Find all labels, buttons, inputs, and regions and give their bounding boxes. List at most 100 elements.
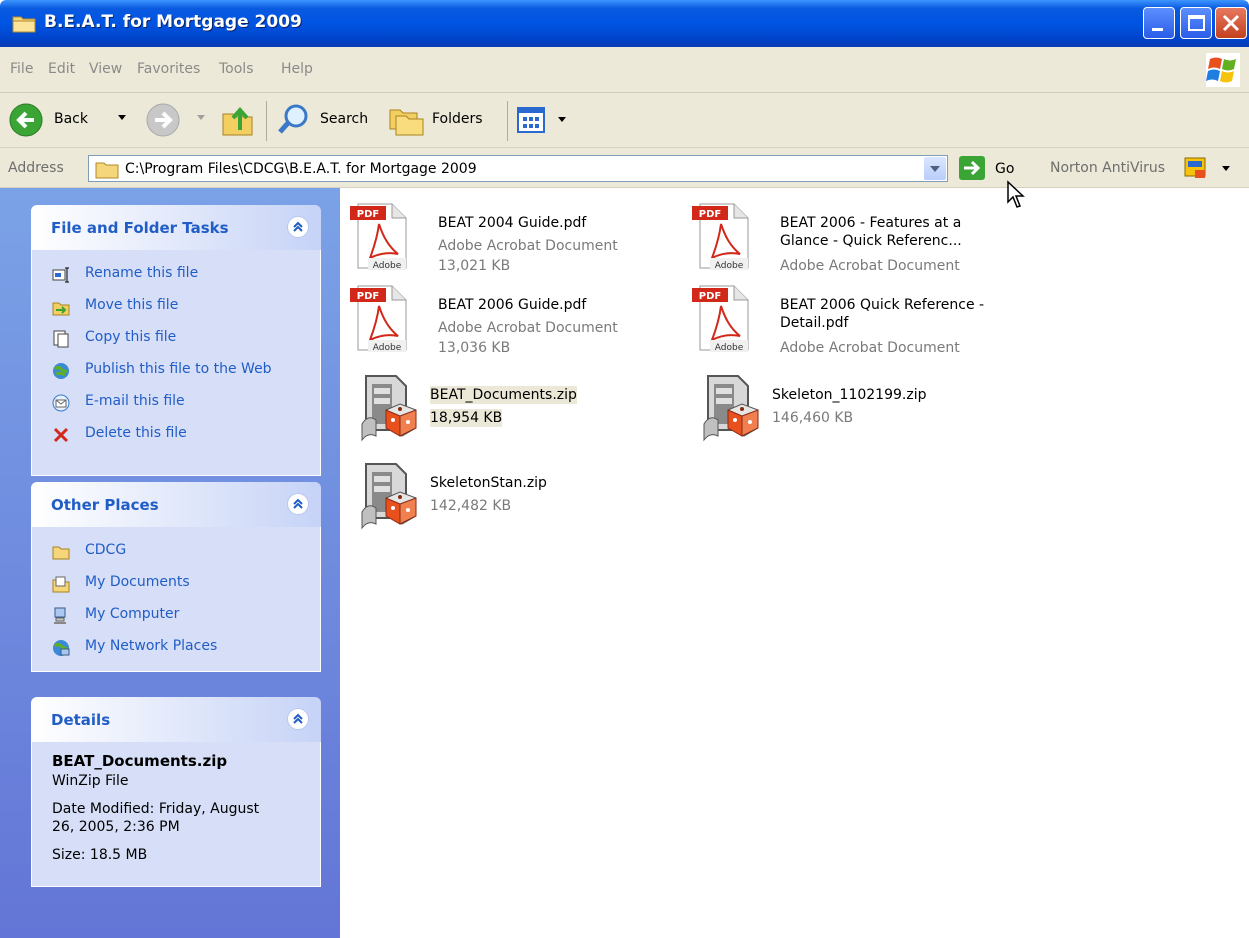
collapse-button[interactable] [287,216,309,238]
file-type: Adobe Acrobat Document [438,320,618,336]
panel-header[interactable]: Other Places [31,482,321,527]
file-type: Adobe Acrobat Document [780,340,960,356]
forward-button[interactable] [145,101,205,139]
other-places-panel: Other Places CDCG My Documents My Comput… [31,482,321,672]
address-dropdown-button[interactable] [924,157,946,180]
details-size: Size: 18.5 MB [52,847,148,863]
chevron-down-icon [118,115,126,120]
chevron-down-icon [930,166,940,172]
file-name-line2: Detail.pdf [780,315,849,331]
views-icon [517,107,545,133]
folder-icon [52,546,70,560]
file-size: 13,036 KB [438,340,511,356]
title-bar[interactable]: B.E.A.T. for Mortgage 2009 [0,0,1249,47]
svg-text:PDF: PDF [699,291,721,302]
winzip-file-icon [361,375,417,442]
file-item[interactable]: PDF Adobe BEAT 2006 Guide.pdf Adobe Acro… [348,284,668,356]
file-view[interactable]: PDF Adobe BEAT 2004 Guide.pdf Adobe Acro… [340,188,1249,938]
norton-icon[interactable] [1183,156,1209,180]
move-icon [52,302,70,316]
file-item[interactable]: PDF Adobe BEAT 2004 Guide.pdf Adobe Acro… [348,202,668,274]
network-places-icon [53,640,70,656]
panel-title: File and Folder Tasks [51,219,229,237]
delete-icon [53,427,69,443]
back-label: Back [54,111,88,127]
double-chevron-up-icon [293,713,303,724]
up-folder-icon[interactable] [220,102,256,138]
file-name-line1: BEAT 2006 - Features at a [780,215,962,231]
folders-icon [389,109,424,136]
close-button[interactable] [1215,7,1247,39]
collapse-button[interactable] [287,708,309,730]
details-modified-line1: Date Modified: Friday, August [52,801,260,817]
menu-view[interactable]: View [89,61,122,77]
svg-text:Adobe: Adobe [715,343,744,352]
address-input[interactable]: C:\Program Files\CDCG\B.E.A.T. for Mortg… [88,155,948,182]
file-name: BEAT_Documents.zip [430,386,577,404]
copy-icon [53,330,69,348]
file-item[interactable]: SkeletonStan.zip 142,482 KB [360,462,680,532]
file-item-selected[interactable]: BEAT_Documents.zip 18,954 KB [360,374,680,444]
menu-tools[interactable]: Tools [219,61,254,77]
folder-icon [95,162,119,179]
address-label: Address [8,160,64,176]
file-name-line2: Glance - Quick Referenc... [780,233,962,249]
file-type: Adobe Acrobat Document [438,238,618,254]
chevron-down-icon [558,117,566,122]
close-icon [1222,14,1240,32]
pdf-file-icon: PDF Adobe [692,203,749,270]
menu-file[interactable]: File [10,61,33,77]
publish-icon [53,363,69,379]
folders-button[interactable]: Folders [388,101,498,139]
chevron-down-icon [197,115,205,120]
file-item[interactable]: PDF Adobe BEAT 2006 Quick Reference - De… [690,284,1010,356]
menu-help[interactable]: Help [281,61,313,77]
svg-text:Adobe: Adobe [373,261,402,270]
go-arrow-icon [959,156,985,180]
svg-text:Adobe: Adobe [715,261,744,270]
file-name: Skeleton_1102199.zip [772,387,927,403]
menu-bar: File Edit View Favorites Tools Help [0,47,1249,93]
address-path: C:\Program Files\CDCG\B.E.A.T. for Mortg… [125,161,477,177]
file-name: BEAT 2004 Guide.pdf [438,215,587,231]
double-chevron-up-icon [293,498,303,509]
panel-title: Details [51,711,111,729]
email-icon [52,394,70,412]
panel-header[interactable]: Details [31,697,321,742]
norton-antivirus-label[interactable]: Norton AntiVirus [1050,160,1165,176]
file-size: 18,954 KB [430,409,503,427]
panel-title: Other Places [51,496,159,514]
collapse-button[interactable] [287,493,309,515]
details-panel: Details BEAT_Documents.zip WinZip File D… [31,697,321,887]
file-size: 146,460 KB [772,410,854,426]
toolbar: Back Search Folders [0,93,1249,148]
details-file-name: BEAT_Documents.zip [52,752,228,770]
minimize-button[interactable] [1143,7,1175,39]
file-name: SkeletonStan.zip [430,475,547,491]
svg-text:PDF: PDF [357,209,379,220]
winzip-file-icon [361,463,417,530]
folders-label: Folders [432,111,483,127]
my-documents-icon [52,576,70,593]
pdf-file-icon: PDF Adobe [350,285,407,352]
maximize-button[interactable] [1180,7,1212,39]
panel-header[interactable]: File and Folder Tasks [31,205,321,250]
windows-logo-icon [1206,53,1240,87]
pdf-file-icon: PDF Adobe [692,285,749,352]
search-label: Search [320,111,369,127]
go-label: Go [995,161,1015,177]
mouse-cursor-icon [1007,180,1025,208]
menu-edit[interactable]: Edit [48,61,75,77]
chevron-down-icon[interactable] [1222,166,1230,171]
file-item[interactable]: Skeleton_1102199.zip 146,460 KB [702,374,1022,444]
views-button[interactable] [514,103,570,137]
back-button[interactable]: Back [8,101,130,139]
menu-favorites[interactable]: Favorites [137,61,200,77]
my-computer-icon [54,607,66,624]
file-size: 142,482 KB [430,498,512,514]
rename-icon [52,267,69,283]
search-button[interactable]: Search [276,101,378,139]
file-name-line1: BEAT 2006 Quick Reference - [780,297,985,313]
folder-icon [12,16,36,33]
file-item[interactable]: PDF Adobe BEAT 2006 - Features at a Glan… [690,202,1010,274]
